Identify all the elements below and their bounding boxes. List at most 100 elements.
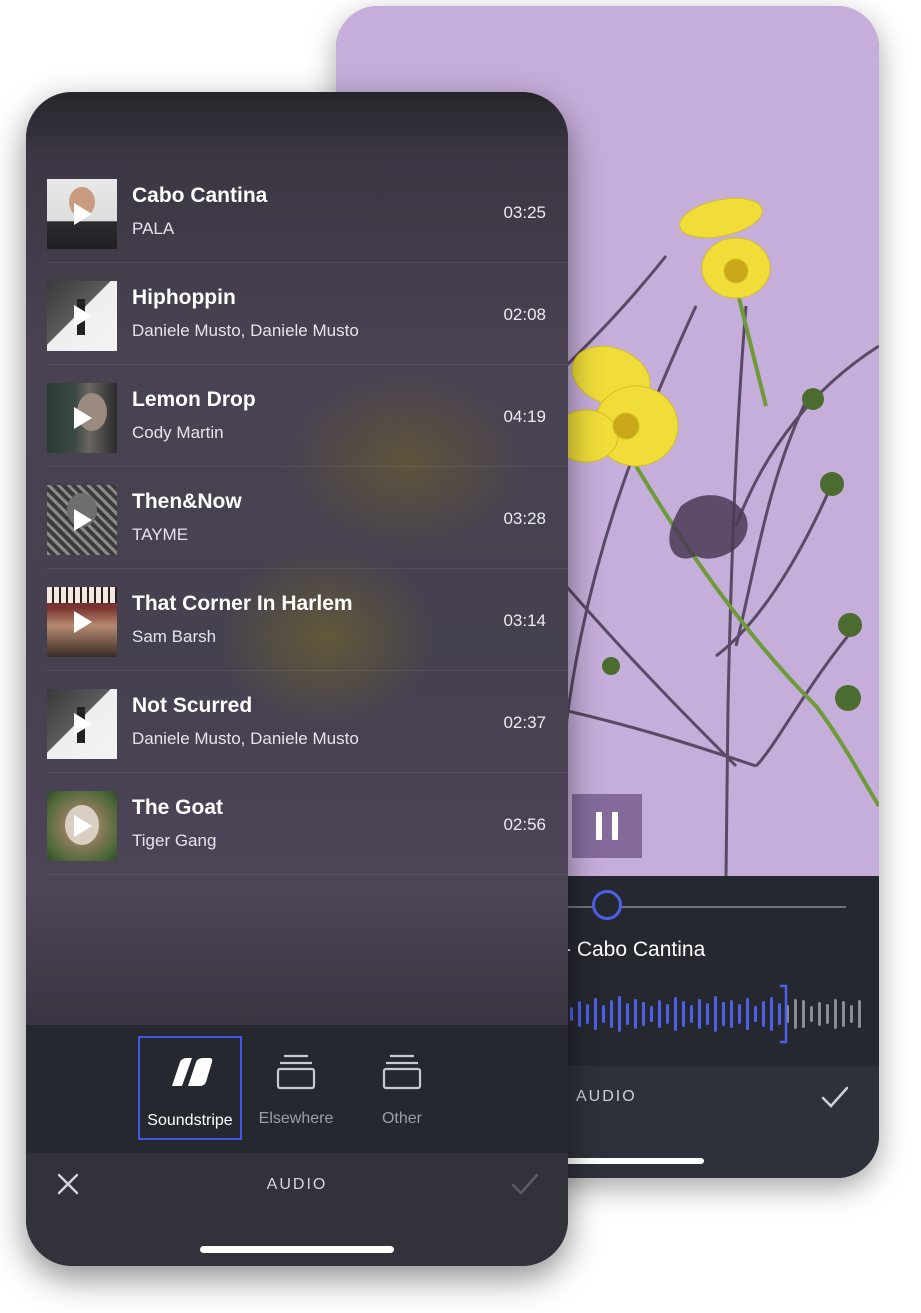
track-duration: 03:28 xyxy=(503,509,546,528)
track-artist: Daniele Musto, Daniele Musto xyxy=(132,729,359,748)
waveform-bar xyxy=(802,1000,805,1028)
pause-icon xyxy=(596,812,602,840)
track-duration: 04:19 xyxy=(503,407,546,426)
front-phone: Cabo Cantina PALA 03:25 Hiphoppin Daniel… xyxy=(26,92,568,1266)
tab-label: Soundstripe xyxy=(147,1112,233,1129)
track-artist: Tiger Gang xyxy=(132,831,217,850)
home-indicator xyxy=(200,1246,394,1253)
album-art xyxy=(47,179,117,249)
waveform-bar xyxy=(850,1005,853,1023)
tab-soundstripe[interactable]: Soundstripe xyxy=(138,1036,242,1140)
track-title: That Corner In Harlem xyxy=(132,592,353,615)
waveform-bar xyxy=(578,1001,581,1027)
play-icon xyxy=(74,713,92,735)
waveform-bar xyxy=(834,999,837,1029)
confirm-button[interactable] xyxy=(820,1084,850,1117)
album-art xyxy=(47,587,117,657)
waveform-bar xyxy=(722,1002,725,1026)
checkmark-icon xyxy=(821,1086,849,1108)
confirm-button[interactable] xyxy=(510,1172,540,1203)
waveform-bar xyxy=(570,1007,573,1021)
waveform-bar xyxy=(690,1005,693,1023)
tab-other[interactable]: Other xyxy=(350,1036,454,1140)
album-art xyxy=(47,485,117,555)
waveform-bar xyxy=(794,999,797,1029)
album-art xyxy=(47,383,117,453)
track-duration: 02:37 xyxy=(503,713,546,732)
album-art xyxy=(47,281,117,351)
scrubber-track[interactable] xyxy=(536,906,846,908)
track-artist: TAYME xyxy=(132,525,189,544)
track-artist: PALA xyxy=(132,219,175,238)
waveform-bar xyxy=(770,997,773,1031)
waveform-bar xyxy=(714,996,717,1032)
waveform-bar xyxy=(634,999,637,1029)
now-playing-title: - Cabo Cantina xyxy=(564,938,706,961)
album-art xyxy=(47,791,117,861)
waveform-bar xyxy=(810,1006,813,1022)
track-title: Lemon Drop xyxy=(132,388,256,411)
waveform-bar xyxy=(610,1000,613,1028)
scrubber-handle[interactable] xyxy=(592,890,622,920)
track-row[interactable]: Cabo Cantina PALA 03:25 xyxy=(46,162,568,263)
play-icon xyxy=(74,305,92,327)
track-title: The Goat xyxy=(132,796,224,819)
waveform-bar xyxy=(642,1002,645,1026)
track-row[interactable]: Lemon Drop Cody Martin 04:19 xyxy=(46,366,568,467)
waveform-bar xyxy=(778,1003,781,1025)
track-row[interactable]: Then&Now TAYME 03:28 xyxy=(46,468,568,569)
waveform-bar xyxy=(666,1004,669,1024)
waveform-bar xyxy=(586,1004,589,1024)
play-icon xyxy=(74,407,92,429)
checkmark-icon xyxy=(511,1173,539,1195)
track-duration: 03:14 xyxy=(503,611,546,630)
waveform-bar xyxy=(858,1000,861,1028)
track-title: Not Scurred xyxy=(132,694,253,717)
waveform-bar xyxy=(602,1005,605,1023)
tab-label: Elsewhere xyxy=(258,1110,334,1127)
waveform-bar xyxy=(650,1006,653,1022)
waveform-bar xyxy=(762,1001,765,1027)
waveform-bar xyxy=(698,999,701,1029)
waveform-bar xyxy=(626,1003,629,1025)
waveform-bar xyxy=(730,1000,733,1028)
track-row[interactable]: That Corner In Harlem Sam Barsh 03:14 xyxy=(46,570,568,671)
play-icon xyxy=(74,611,92,633)
waveform-bar xyxy=(618,996,621,1032)
soundstripe-logo-icon xyxy=(172,1058,213,1086)
track-artist: Sam Barsh xyxy=(132,627,217,646)
track-duration: 02:08 xyxy=(503,305,546,324)
tab-label: Other xyxy=(381,1110,422,1127)
waveform-bar xyxy=(818,1002,821,1026)
track-row[interactable]: Hiphoppin Daniele Musto, Daniele Musto 0… xyxy=(46,264,568,365)
track-duration: 02:56 xyxy=(503,815,546,834)
waveform-bar xyxy=(738,1004,741,1024)
waveform-bar xyxy=(706,1003,709,1025)
waveform-bar xyxy=(754,1006,757,1022)
toolbar-title: AUDIO xyxy=(266,1176,328,1193)
waveform-bar xyxy=(682,1001,685,1027)
audio-waveform[interactable] xyxy=(568,984,868,1044)
track-artist: Cody Martin xyxy=(132,423,224,442)
waveform-bar xyxy=(674,997,677,1031)
home-indicator xyxy=(556,1158,704,1164)
track-title: Cabo Cantina xyxy=(132,184,268,207)
waveform-bar xyxy=(746,998,749,1030)
pause-button[interactable] xyxy=(572,794,642,858)
waveform-bar xyxy=(658,1000,661,1028)
waveform-bar xyxy=(594,998,597,1030)
play-icon xyxy=(74,509,92,531)
play-icon xyxy=(74,203,92,225)
waveform-bar xyxy=(842,1001,845,1027)
play-icon xyxy=(74,815,92,837)
track-duration: 03:25 xyxy=(503,203,546,222)
track-title: Then&Now xyxy=(132,490,242,513)
waveform-bar xyxy=(826,1004,829,1024)
track-artist: Daniele Musto, Daniele Musto xyxy=(132,321,359,340)
tab-elsewhere[interactable]: Elsewhere xyxy=(244,1036,348,1140)
stacked-layers-icon xyxy=(276,1054,316,1090)
stacked-layers-icon xyxy=(382,1054,422,1090)
track-row[interactable]: Not Scurred Daniele Musto, Daniele Musto… xyxy=(46,672,568,773)
track-row[interactable]: The Goat Tiger Gang 02:56 xyxy=(46,774,568,875)
album-art xyxy=(47,689,117,759)
